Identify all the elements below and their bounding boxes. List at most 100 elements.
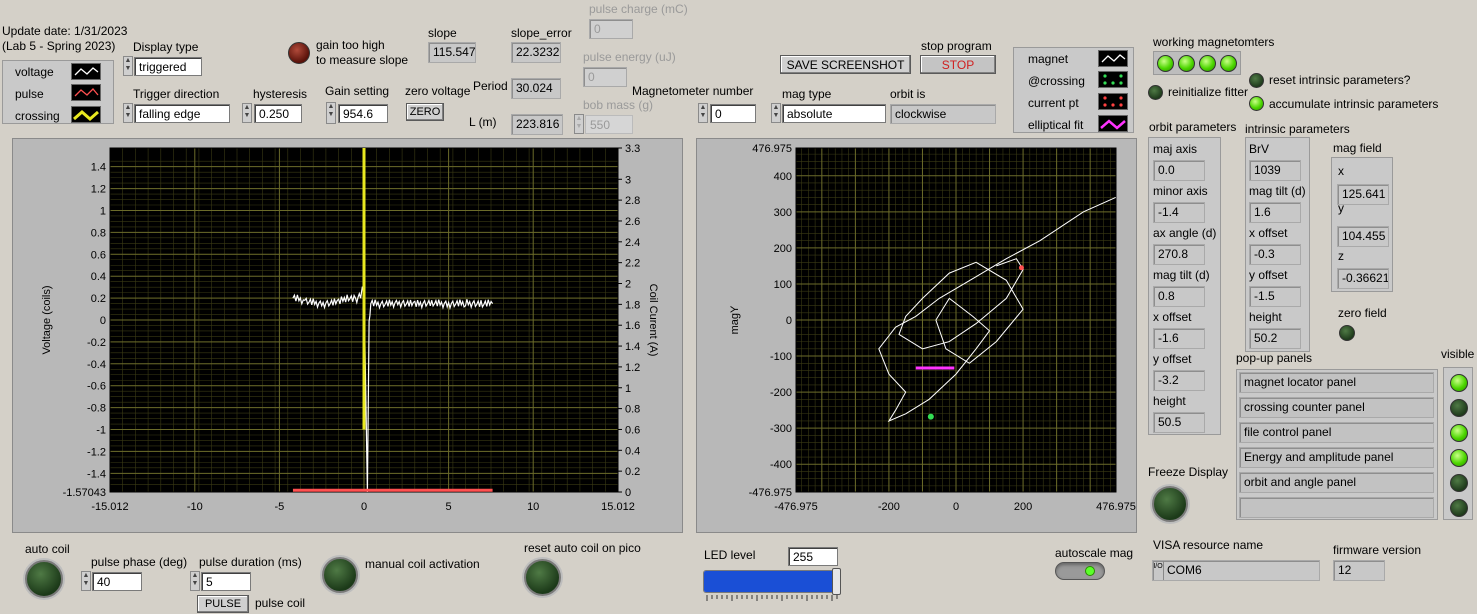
legend-magnet-label: magnet xyxy=(1028,52,1069,66)
hysteresis-input[interactable]: 0.250 xyxy=(254,104,302,123)
y-axis-label: magY xyxy=(729,305,741,334)
gain-warning-line1: gain too high xyxy=(316,38,385,52)
autoscale-mag-label: autoscale mag xyxy=(1055,546,1134,560)
popup-visible-toggle[interactable] xyxy=(1450,374,1468,392)
hysteresis-spinner[interactable]: ▲ ▼ xyxy=(242,103,252,123)
display-type-select[interactable]: triggered xyxy=(134,57,202,76)
gain-setting-spinner[interactable]: ▲ ▼ xyxy=(326,102,336,124)
zero-field-button[interactable] xyxy=(1339,325,1355,341)
autoscale-mag-toggle[interactable] xyxy=(1055,562,1105,580)
x-tick-label: -5 xyxy=(275,501,285,513)
y2-tick-label: 3.3 xyxy=(625,143,640,155)
orbit-param-label: mag tilt (d) xyxy=(1153,268,1210,282)
gain-warning-line2: to measure slope xyxy=(316,53,409,67)
accumulate-intrinsic-button[interactable] xyxy=(1249,96,1264,111)
orbit-param-label: height xyxy=(1153,394,1186,408)
mag-type-label: mag type xyxy=(782,87,832,101)
popup-panel-item[interactable]: orbit and angle panel xyxy=(1239,472,1434,493)
magnetometer-3-led xyxy=(1220,55,1237,72)
gain-setting-input[interactable]: 954.6 xyxy=(338,104,388,123)
y2-tick-label: 0.2 xyxy=(625,466,640,478)
y-tick-label: 0.2 xyxy=(91,293,106,305)
gain-setting-label: Gain setting xyxy=(325,84,390,98)
y2-tick-label: 1.6 xyxy=(625,320,640,332)
reset-intrinsic-label: reset intrinsic parameters? xyxy=(1269,73,1411,87)
crossing-point-icon xyxy=(1098,71,1128,88)
firmware-version-value: 12 xyxy=(1333,560,1385,581)
y-tick-label: 0.8 xyxy=(91,227,106,239)
zero-voltage-button[interactable]: ZERO xyxy=(406,103,444,121)
y2-tick-label: 0.6 xyxy=(625,424,640,436)
popup-visible-toggle[interactable] xyxy=(1450,424,1468,442)
led-level-slider-track[interactable] xyxy=(703,570,839,593)
popup-visible-toggle[interactable] xyxy=(1450,474,1468,492)
y2-tick-label: 0 xyxy=(625,487,631,499)
reinitialize-fitter-button[interactable] xyxy=(1148,85,1163,100)
y2-tick-label: 2.4 xyxy=(625,237,640,249)
y2-axis-label: Coil Curent (A) xyxy=(647,284,659,357)
y-tick-label: -476.975 xyxy=(749,487,792,499)
pulse-duration-input[interactable]: 5 xyxy=(201,572,251,591)
accumulate-intrinsic-label: accumulate intrinsic parameters xyxy=(1269,97,1439,111)
stop-button[interactable]: STOP xyxy=(920,55,996,74)
intrinsic-param-label: BrV xyxy=(1249,142,1270,156)
io-icon: I/O xyxy=(1153,561,1164,580)
gain-warning-led xyxy=(288,42,310,64)
mag-type-select[interactable]: absolute xyxy=(782,104,886,123)
popup-visible-toggle[interactable] xyxy=(1450,499,1468,517)
y2-tick-label: 2.6 xyxy=(625,216,640,228)
reset-intrinsic-button[interactable] xyxy=(1249,73,1264,88)
popup-panel-item[interactable]: magnet locator panel xyxy=(1239,372,1434,393)
intrinsic-param-label: mag tilt (d) xyxy=(1249,184,1306,198)
intrinsic-param-label: x offset xyxy=(1249,226,1288,240)
mag-type-spinner[interactable]: ▲ ▼ xyxy=(771,103,781,123)
save-screenshot-button[interactable]: SAVE SCREENSHOT xyxy=(780,55,911,74)
y-tick-label: 0.6 xyxy=(91,249,106,261)
bob-mass-label: bob mass (g) xyxy=(583,98,654,112)
trigger-direction-select[interactable]: falling edge xyxy=(134,104,230,123)
orbit-parameters-title: orbit parameters xyxy=(1149,120,1237,134)
popup-panel-item[interactable]: crossing counter panel xyxy=(1239,397,1434,418)
magnet-line-icon xyxy=(1098,50,1128,67)
popup-panel-item[interactable]: file control panel xyxy=(1239,422,1434,443)
y2-tick-label: 3 xyxy=(625,174,631,186)
y-tick-label: -0.6 xyxy=(87,381,106,393)
visa-resource-value[interactable]: I/O COM6 xyxy=(1152,560,1320,581)
popup-panel-item[interactable]: Energy and amplitude panel xyxy=(1239,447,1434,468)
magnetometer-number-spinner[interactable]: ▲ ▼ xyxy=(698,103,708,123)
orbit-param-value: 50.5 xyxy=(1153,412,1205,433)
bob-mass-input[interactable]: 550 xyxy=(585,115,633,134)
pulse-coil-label: pulse coil xyxy=(255,596,306,610)
manual-coil-button[interactable] xyxy=(322,557,358,593)
orbit-plot: -476.975 -200 0 200 476.975 476.975 400 300 200 1… xyxy=(729,143,1136,513)
y-tick-label: 100 xyxy=(774,279,792,291)
popup-visible-toggle[interactable] xyxy=(1450,449,1468,467)
auto-coil-button[interactable] xyxy=(25,560,63,598)
pulse-phase-spinner[interactable]: ▲ ▼ xyxy=(81,571,91,591)
popup-panel-item[interactable] xyxy=(1239,497,1434,518)
pulse-line-icon xyxy=(71,84,101,101)
led-level-slider-thumb[interactable] xyxy=(832,568,841,595)
x-tick-label: 15.012 xyxy=(601,501,635,513)
elliptical-fit-line-icon xyxy=(1098,115,1128,132)
pulse-duration-spinner[interactable]: ▲ ▼ xyxy=(190,571,200,591)
led-level-input[interactable]: 255 xyxy=(788,547,838,566)
display-type-spinner[interactable]: ▲ ▼ xyxy=(123,56,133,76)
freeze-display-button[interactable] xyxy=(1152,486,1188,522)
legend-elliptical-fit-label: elliptical fit xyxy=(1028,118,1084,132)
reset-auto-coil-button[interactable] xyxy=(524,559,561,596)
zero-voltage-label: zero voltage xyxy=(405,84,471,98)
x-tick-label: 0 xyxy=(361,501,367,513)
y-tick-label: -400 xyxy=(770,459,792,471)
mag-field-x-label: x xyxy=(1338,164,1344,178)
pulse-phase-label: pulse phase (deg) xyxy=(91,555,188,569)
led-level-label: LED level xyxy=(704,548,756,562)
pulse-button[interactable]: PULSE xyxy=(197,595,249,613)
trigger-direction-spinner[interactable]: ▲ ▼ xyxy=(123,103,133,123)
magnetometer-number-input[interactable]: 0 xyxy=(710,104,756,123)
pulse-phase-input[interactable]: 40 xyxy=(92,572,142,591)
bob-mass-spinner[interactable]: ▲ ▼ xyxy=(574,114,584,134)
popup-visible-toggle[interactable] xyxy=(1450,399,1468,417)
y-tick-label: -1 xyxy=(96,425,106,437)
y2-tick-label: 1.4 xyxy=(625,341,640,353)
